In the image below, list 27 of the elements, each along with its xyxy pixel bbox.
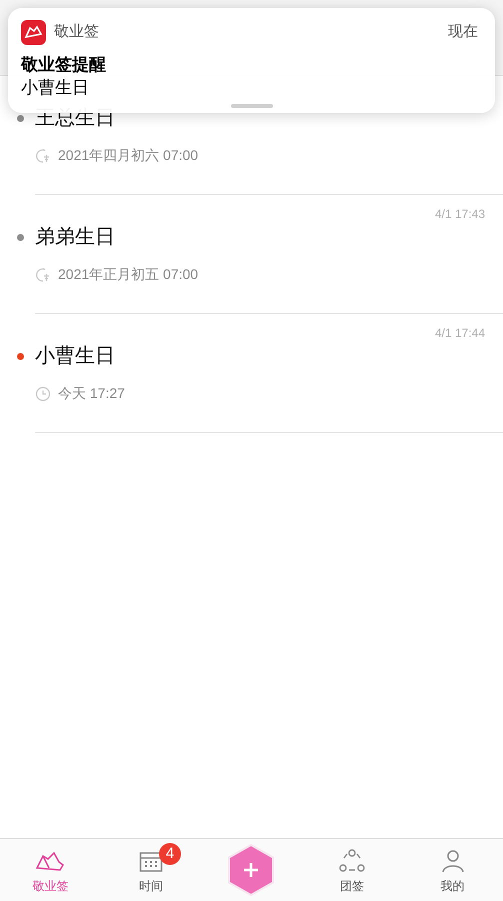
timestamp: 4/1 17:43 (434, 206, 485, 223)
person-icon (440, 849, 465, 873)
calendar-icon (138, 851, 163, 873)
notification-title: 敬业签提醒 (21, 54, 107, 76)
notification-time: 现在 (448, 22, 478, 42)
tab-bar-item[interactable]: 团签 (302, 839, 402, 901)
item-title[interactable]: 弟弟生日 (35, 224, 115, 250)
app-name: 敬业签 (54, 22, 99, 42)
tab-bar-item[interactable]: 敬业签 (0, 839, 101, 901)
clock-icon (35, 386, 51, 402)
item-title[interactable]: 小曹生日 (35, 343, 115, 369)
reminder-time: 2021年四月初六 07:00 (58, 146, 198, 165)
notification-badge: 4 (158, 843, 181, 865)
reminder-time: 2021年正月初五 07:00 (58, 265, 198, 284)
repeat-icon (35, 148, 51, 164)
drag-handle[interactable] (230, 104, 272, 108)
team-icon (339, 849, 366, 873)
notification-body: 小曹生日 (21, 77, 90, 99)
app-icon (21, 20, 46, 45)
notification-toast[interactable]: 敬业签 现在 敬业签提醒 小曹生日 (8, 8, 495, 113)
add-button[interactable] (227, 844, 276, 896)
repeat-icon (35, 266, 51, 282)
notes-icon (35, 849, 66, 873)
reminder-time: 今天 17:27 (58, 384, 125, 403)
timestamp: 4/1 17:44 (434, 325, 485, 342)
tab-bar-item[interactable]: 4 时间 (100, 839, 202, 901)
tab-bar-item[interactable]: 我的 (402, 839, 503, 901)
